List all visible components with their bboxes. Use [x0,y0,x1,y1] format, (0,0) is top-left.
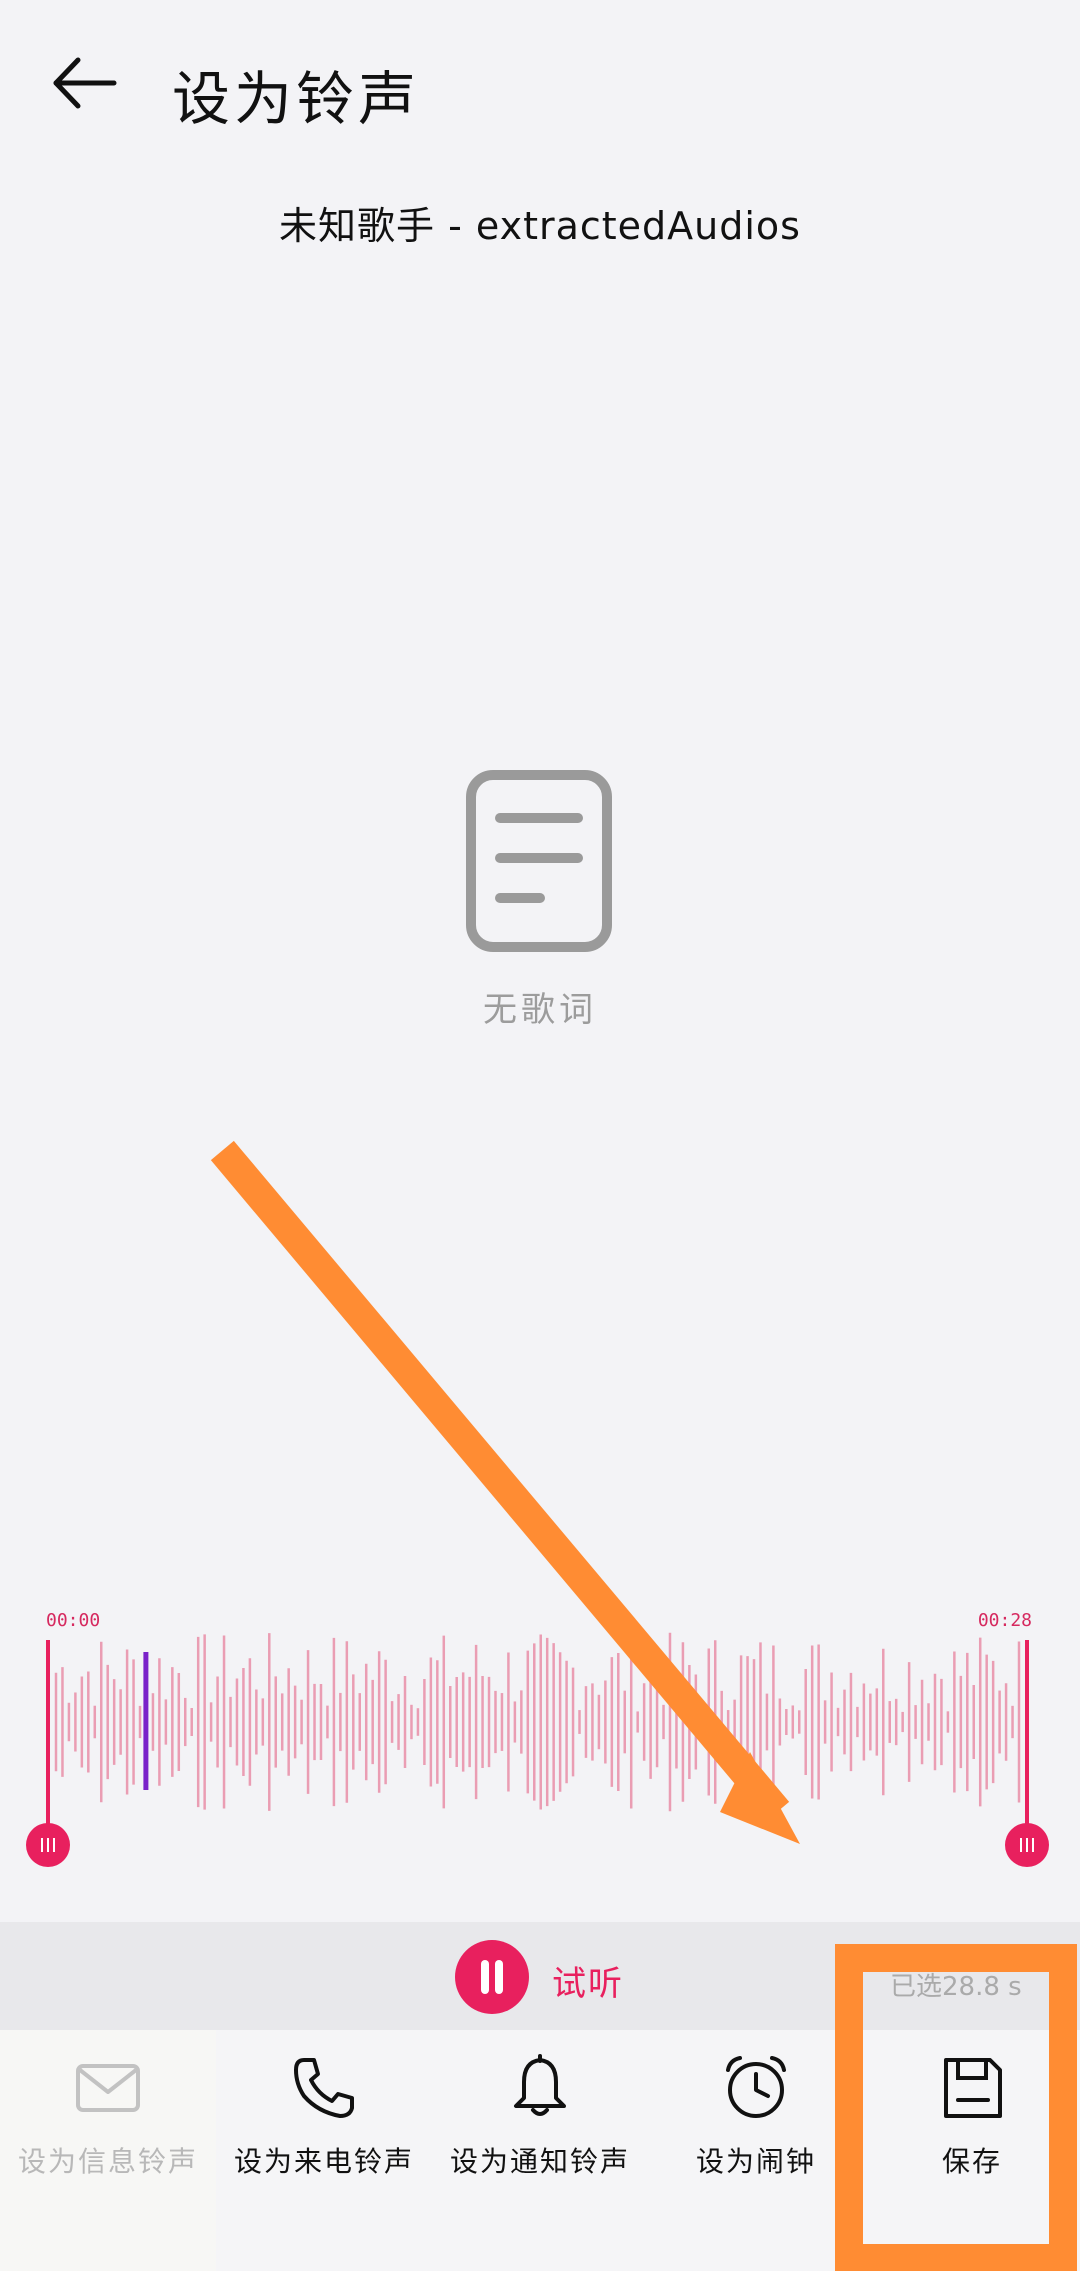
action-label: 设为通知铃声 [449,2145,630,2178]
pause-button[interactable] [455,1940,529,2014]
save-button[interactable]: 保存 [864,2030,1080,2271]
action-label: 保存 [941,2145,1002,2178]
bell-icon [514,2054,566,2116]
action-label: 设为来电铃声 [233,2145,414,2178]
document-lines-icon [466,770,612,952]
arrow-left-icon [53,57,117,109]
set-notification-ringtone-button[interactable]: 设为通知铃声 [432,2030,648,2271]
start-time-label: 00:00 [46,1610,101,1631]
pause-icon-bar [495,1960,503,1994]
pause-icon [481,1960,489,1994]
action-label: 设为信息铃声 [17,2145,198,2178]
action-label: 设为闹钟 [695,2145,816,2178]
back-button[interactable] [48,50,124,126]
set-message-ringtone-button[interactable]: 设为信息铃声 [0,2030,216,2271]
preview-label[interactable]: 试听 [552,1956,624,2005]
page-title: 设为铃声 [172,65,421,133]
save-icon [944,2058,1002,2118]
set-call-ringtone-button[interactable]: 设为来电铃声 [216,2030,432,2271]
header [0,0,1080,180]
phone-icon [294,2058,354,2118]
alarm-clock-icon [726,2056,786,2118]
no-lyrics-label: 无歌词 [483,990,597,1030]
set-alarm-button[interactable]: 设为闹钟 [648,2030,864,2271]
song-title: 未知歌手 - extractedAudios [279,204,801,248]
envelope-icon [76,2064,140,2112]
end-time-label: 00:28 [977,1610,1032,1631]
waveform-trimmer[interactable] [0,1630,1080,1870]
selected-duration: 已选28.8 s [890,1972,1022,2002]
